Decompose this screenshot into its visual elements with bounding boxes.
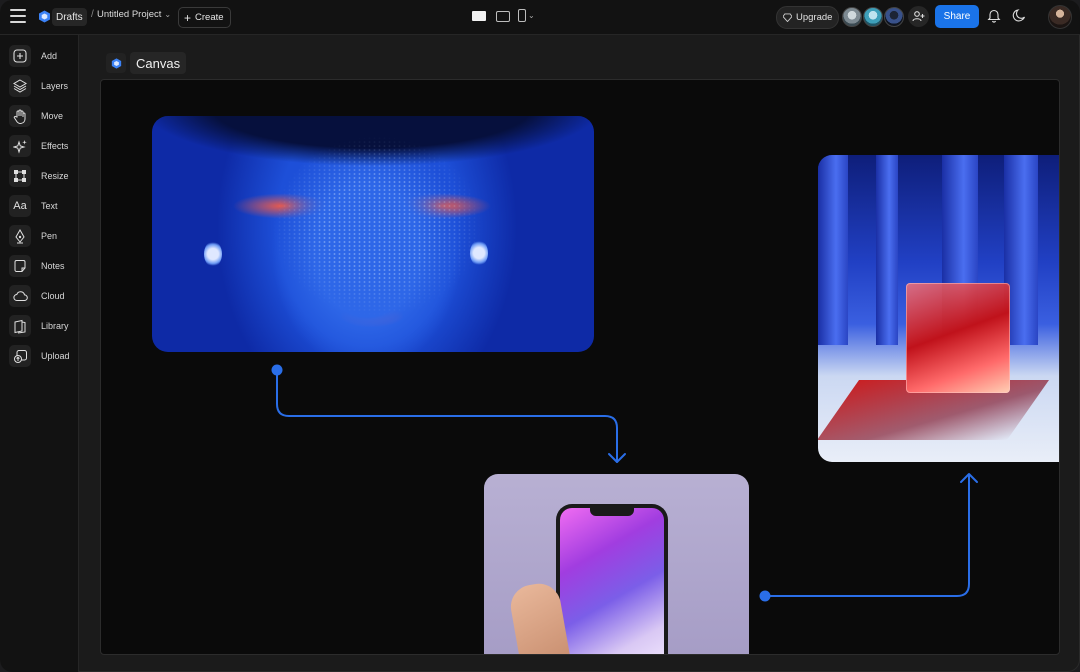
- glass-cube-image-card[interactable]: [818, 155, 1059, 462]
- tool-label: Library: [41, 321, 69, 331]
- text-icon: Aa: [9, 195, 31, 217]
- desktop-view-icon[interactable]: [472, 11, 486, 21]
- connector-handle: [271, 364, 283, 376]
- tool-label: Cloud: [41, 291, 65, 301]
- tool-add[interactable]: Add: [9, 44, 57, 68]
- tool-cloud[interactable]: Cloud: [9, 284, 65, 308]
- connector-phone-to-cube: [764, 475, 970, 597]
- upgrade-label: Upgrade: [796, 12, 833, 23]
- tablet-view-icon[interactable]: [496, 11, 510, 22]
- top-bar: Drafts / Untitled Project ⌄ + Create ⌄ U…: [0, 0, 1080, 35]
- cloud-icon: [9, 285, 31, 307]
- tool-label: Notes: [41, 261, 65, 271]
- mobile-view-icon[interactable]: [518, 9, 526, 22]
- app-logo-icon: [38, 10, 51, 23]
- tool-library[interactable]: Library: [9, 314, 69, 338]
- breadcrumb-separator: /: [91, 9, 94, 20]
- chevron-down-icon[interactable]: ⌄: [528, 11, 535, 20]
- collaborator-avatar[interactable]: [842, 7, 862, 27]
- tool-pen[interactable]: Pen: [9, 224, 57, 248]
- arrow-up-icon: [960, 473, 978, 483]
- canvas-area[interactable]: [100, 79, 1060, 655]
- create-button[interactable]: + Create: [178, 7, 231, 28]
- phone-image-card[interactable]: [484, 474, 749, 654]
- share-button[interactable]: Share: [935, 5, 979, 28]
- connector-handle: [759, 590, 771, 602]
- menu-icon[interactable]: [10, 9, 26, 23]
- diamond-icon: [783, 13, 792, 22]
- moon-icon[interactable]: [1012, 8, 1027, 23]
- app-window: Drafts / Untitled Project ⌄ + Create ⌄ U…: [0, 0, 1080, 672]
- chevron-down-icon: ⌄: [164, 10, 172, 19]
- project-name: Untitled Project: [97, 9, 162, 20]
- tool-resize[interactable]: Resize: [9, 164, 69, 188]
- pen-icon: [9, 225, 31, 247]
- connector-portrait-to-phone: [276, 369, 618, 463]
- tool-sidebar: Add Layers Move Effects Resize Aa Text P…: [0, 35, 79, 672]
- plus-icon: +: [184, 10, 192, 25]
- layers-icon: [9, 75, 31, 97]
- collaborator-avatar[interactable]: [884, 7, 904, 27]
- breadcrumb-drafts[interactable]: Drafts: [52, 8, 87, 26]
- tool-effects[interactable]: Effects: [9, 134, 68, 158]
- upgrade-button[interactable]: Upgrade: [776, 6, 840, 29]
- tool-move[interactable]: Move: [9, 104, 63, 128]
- tool-notes[interactable]: Notes: [9, 254, 65, 278]
- tool-label: Upload: [41, 351, 70, 361]
- tool-layers[interactable]: Layers: [9, 74, 68, 98]
- tool-label: Text: [41, 201, 58, 211]
- user-avatar[interactable]: [1048, 5, 1072, 29]
- tool-label: Add: [41, 51, 58, 61]
- create-label: Create: [195, 12, 224, 23]
- arrow-down-icon: [608, 453, 626, 463]
- breadcrumb-project[interactable]: Untitled Project ⌄: [97, 9, 171, 20]
- tool-label: Move: [41, 111, 64, 121]
- upload-icon: [9, 345, 31, 367]
- tool-upload[interactable]: Upload: [9, 344, 70, 368]
- resize-icon: [9, 165, 31, 187]
- note-icon: [9, 255, 31, 277]
- bell-icon[interactable]: [987, 8, 1001, 23]
- canvas-title[interactable]: Canvas: [130, 52, 187, 74]
- sparkles-icon: [9, 135, 31, 157]
- add-user-icon[interactable]: [908, 6, 929, 27]
- tool-label: Pen: [41, 231, 58, 241]
- hand-icon: [9, 105, 31, 127]
- canvas-logo-icon: [106, 53, 126, 73]
- tool-label: Resize: [41, 171, 69, 181]
- portrait-image-card[interactable]: [152, 116, 594, 352]
- tool-label: Layers: [41, 81, 69, 91]
- plus-square-icon: [9, 45, 31, 67]
- tool-label: Effects: [41, 141, 69, 151]
- tool-text[interactable]: Aa Text: [9, 194, 58, 218]
- library-icon: [9, 315, 31, 337]
- collaborator-avatar[interactable]: [863, 7, 883, 27]
